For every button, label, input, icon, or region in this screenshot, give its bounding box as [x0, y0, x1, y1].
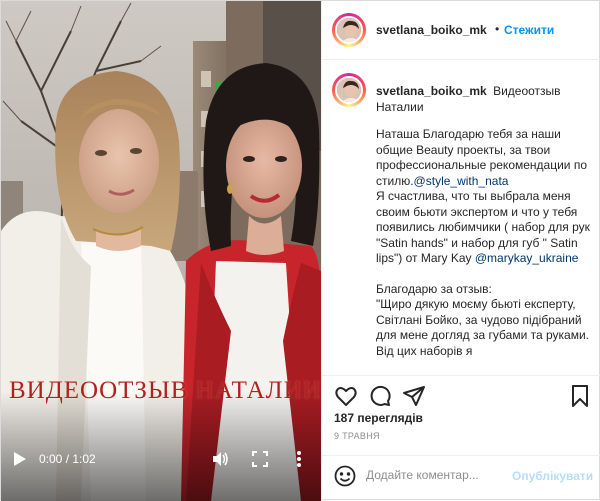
post-header: svetlana_boiko_mk • Стежити [322, 1, 600, 60]
caption-paragraph: Благодарю за отзыв: [376, 281, 492, 296]
video-overlay-title: ВИДЕООТЗЫВ НАТАЛИИ [9, 377, 321, 404]
caption-paragraph: Наташа Благодарю тебя за наши общие Beau… [376, 127, 594, 189]
caption-author-username[interactable]: svetlana_boiko_mk [376, 84, 487, 98]
instagram-post: ВИДЕООТЗЫВ НАТАЛИИ 0:00 / 1:02 svetlana_… [0, 0, 600, 501]
comment-icon[interactable] [368, 384, 392, 408]
video-time: 0:00 / 1:02 [39, 452, 96, 466]
comment-bar: Опублікувати [322, 455, 600, 495]
view-count[interactable]: 187 переглядів [334, 411, 423, 425]
heart-icon[interactable] [334, 384, 358, 408]
caption-paragraph: Я счастлива, что ты выбрала меня своим б… [376, 189, 594, 267]
post-date[interactable]: 9 ТРАВНЯ [334, 431, 380, 441]
volume-icon[interactable] [211, 450, 229, 468]
separator-dot: • [495, 22, 500, 36]
caption-body: Наташа Благодарю тебя за наши общие Beau… [376, 127, 594, 359]
more-vertical-icon[interactable] [295, 449, 303, 469]
play-icon[interactable] [13, 451, 27, 467]
video-frame [1, 1, 321, 501]
avatar[interactable] [335, 76, 363, 104]
smiley-icon[interactable] [334, 465, 356, 487]
fullscreen-icon[interactable] [252, 451, 268, 467]
mention-link[interactable]: @marykay_ukraine [475, 251, 579, 265]
caption-area: svetlana_boiko_mk Видеоотзыв Наталии Нат… [322, 61, 600, 375]
video-controls: 0:00 / 1:02 [1, 441, 321, 477]
post-side-panel: svetlana_boiko_mk • Стежити svetlana_boi… [321, 1, 600, 501]
comment-input[interactable] [366, 464, 526, 486]
post-video[interactable]: ВИДЕООТЗЫВ НАТАЛИИ 0:00 / 1:02 [1, 1, 321, 501]
author-username[interactable]: svetlana_boiko_mk [376, 23, 487, 37]
mention-link[interactable]: @style_with_nata [414, 174, 509, 188]
bookmark-icon[interactable] [568, 384, 592, 408]
paper-plane-icon[interactable] [402, 384, 426, 408]
follow-button[interactable]: Стежити [504, 23, 554, 37]
caption-paragraph: "Щиро дякую моєму бьюті експерту, Світла… [376, 297, 589, 358]
publish-button[interactable]: Опублікувати [512, 469, 593, 483]
avatar[interactable] [335, 16, 363, 44]
caption-heading: svetlana_boiko_mk Видеоотзыв Наталии [376, 83, 594, 115]
action-bar [322, 375, 600, 415]
